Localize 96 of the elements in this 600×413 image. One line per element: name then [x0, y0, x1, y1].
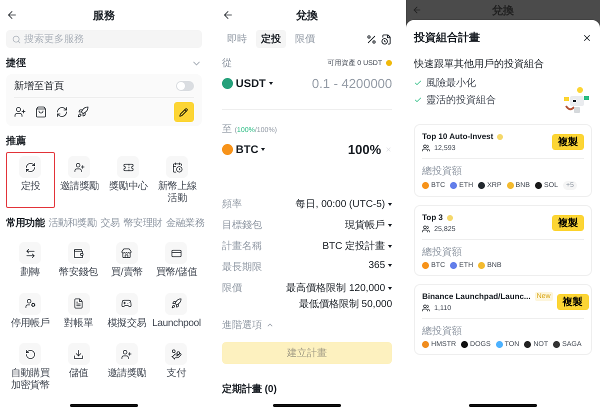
service-tile[interactable]: 買/賣幣 — [102, 238, 152, 282]
refresh-coin-icon — [19, 156, 42, 178]
calendar-clock-icon — [166, 156, 188, 178]
download-icon — [68, 343, 90, 365]
section-title: 捷徑 — [6, 56, 26, 70]
setting-value[interactable]: 最高價格限制 120,000 — [286, 281, 392, 295]
chevron-up-icon[interactable] — [266, 321, 274, 329]
gamepad-icon — [116, 292, 138, 314]
home-indicator — [272, 404, 341, 407]
hand-coins-icon — [165, 343, 188, 365]
setting-label: 計畫名稱 — [222, 240, 262, 253]
coin-icon — [386, 60, 392, 66]
setting-label: 限價 — [222, 282, 242, 295]
user-plus-icon — [116, 343, 138, 365]
service-tile[interactable]: 儲值 — [54, 339, 103, 395]
service-tile[interactable]: 定投 — [6, 152, 55, 208]
close-icon[interactable] — [582, 32, 592, 42]
rocket-icon[interactable] — [77, 106, 89, 118]
section-title: 推薦 — [6, 134, 26, 148]
users-icon — [422, 225, 430, 233]
service-tile[interactable]: 停用帳戶 — [6, 288, 54, 333]
service-tile[interactable]: 自動購買加密貨幣 — [6, 339, 54, 395]
category-tab[interactable]: 常用功能 — [6, 216, 44, 230]
plan-name: Binance Launchpad/Launc... — [422, 292, 531, 301]
search-field[interactable]: 搜索更多服務 — [6, 30, 202, 48]
sheet-title: 投資組合計畫 — [414, 30, 480, 45]
page-title: 服務 — [92, 8, 115, 22]
rotate-icon — [19, 343, 42, 365]
wallet-icon — [68, 242, 90, 264]
copy-button[interactable]: 複製 — [556, 294, 589, 310]
service-tile[interactable]: Launchpool — [151, 288, 202, 333]
back-icon[interactable] — [222, 9, 234, 21]
field-label: 總投資額 — [422, 324, 462, 338]
service-tile[interactable]: 邀請獎勵 — [54, 152, 104, 208]
refresh-icon[interactable] — [56, 106, 68, 118]
service-tile[interactable]: 獎勵中心 — [104, 152, 153, 208]
field-label: 總投資額 — [422, 164, 462, 178]
portfolio-illustration — [562, 86, 590, 114]
pencil-icon — [179, 108, 188, 116]
home-indicator — [469, 404, 538, 407]
field-label: 從 — [222, 57, 232, 70]
search-icon — [12, 35, 21, 44]
setting-label: 新增至首頁 — [14, 80, 64, 92]
benefit-text: 靈活的投資組合 — [426, 94, 496, 107]
rocket-icon — [165, 292, 188, 314]
users-icon — [422, 144, 430, 152]
user-plus-icon[interactable] — [14, 106, 26, 118]
users-icon — [422, 304, 430, 312]
percent-icon[interactable] — [366, 34, 378, 44]
copy-button[interactable]: 複製 — [552, 215, 584, 231]
user-gear-icon — [19, 292, 42, 314]
coin-selector[interactable]: USDT — [222, 78, 273, 90]
setting-value[interactable]: 365 — [368, 260, 392, 271]
user-plus-icon — [68, 156, 90, 178]
sheet-subtitle: 快速跟單其他用戶的投資組合 — [414, 58, 544, 71]
benefit-text: 風險最小化 — [426, 76, 476, 90]
medal-icon — [497, 134, 504, 140]
copy-button[interactable]: 複製 — [552, 134, 584, 150]
document-icon — [68, 292, 90, 314]
ticket-icon — [117, 156, 140, 178]
transfer-icon — [19, 242, 42, 264]
setting-label: 最長期限 — [222, 260, 262, 274]
page-title: 兌換 — [296, 8, 318, 22]
setting-value: 最低價格限制 50,000 — [298, 298, 392, 311]
mode-tab[interactable]: 定投 — [256, 30, 286, 48]
check-icon — [414, 79, 422, 87]
coin-selector[interactable]: BTC — [222, 144, 266, 156]
service-tile[interactable]: 買幣/儲值 — [151, 238, 202, 282]
service-tile[interactable]: 新幣上線活動 — [152, 152, 202, 208]
card-icon — [165, 242, 188, 264]
field-label: 總投資額 — [422, 246, 462, 259]
plan-name: Top 10 Auto-Invest — [422, 132, 494, 141]
setting-label: 目標錢包 — [222, 218, 262, 232]
service-tile[interactable]: 劃轉 — [6, 238, 54, 282]
allocation-value: 100% — [348, 142, 382, 157]
service-tile[interactable]: 支付 — [151, 339, 202, 395]
store-icon — [116, 242, 138, 264]
section-title: 定期計畫 (0) — [222, 382, 277, 396]
setting-label: 頻率 — [222, 198, 242, 211]
edit-button[interactable] — [174, 102, 194, 122]
setting-value[interactable]: 每日, 00:00 (UTC-5) — [296, 197, 392, 211]
home-indicator — [70, 404, 138, 407]
document-clock-icon[interactable] — [381, 34, 392, 44]
plan-name: Top 3 — [422, 213, 443, 222]
service-tile[interactable]: 模擬交易 — [102, 288, 152, 333]
bag-icon[interactable] — [35, 106, 47, 118]
back-icon[interactable] — [6, 9, 18, 21]
back-icon — [412, 5, 422, 15]
service-tile[interactable]: 對帳單 — [54, 288, 103, 333]
medal-icon — [446, 214, 453, 220]
check-icon — [414, 96, 422, 104]
toggle-switch[interactable] — [176, 80, 194, 90]
service-tile[interactable]: 幣安錢包 — [54, 238, 103, 282]
setting-value[interactable]: 現貨帳戶 — [345, 218, 392, 232]
setting-value[interactable]: BTC 定投計畫 — [322, 239, 392, 253]
service-tile[interactable]: 邀請獎勵 — [102, 339, 152, 395]
